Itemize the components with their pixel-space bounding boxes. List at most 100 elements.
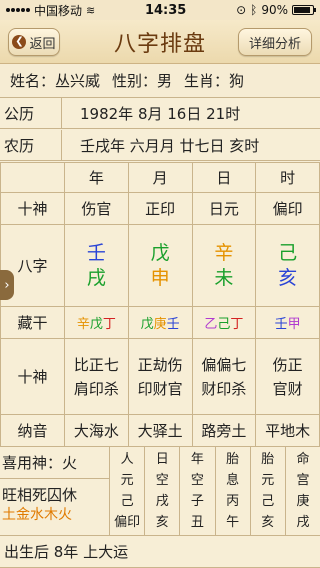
shishen2-row: 十神 比正七 肩印杀 正劫伤 印财官 偏偏七 财印杀 伤正 官财 [0,338,320,415]
canggan-day-3: 丁 [230,317,244,332]
palace-text: 空 [190,472,204,488]
canggan-label: 藏干 [0,306,65,339]
branch-month: 申 [150,266,170,289]
bazi-pillar-table: 年 月 日 时 十神 伤官 正印 日元 偏印 八字 壬戌 戊申 辛未 己亥 藏干… [0,162,320,447]
canggan-month-2: 庚 [153,317,167,332]
canggan-year-3: 丁 [102,317,116,332]
element-summary: 喜用神：火 旺相死囚休 土金水木火 [0,446,110,536]
pillar-header-year: 年 [64,162,129,193]
wangxiang-label: 旺相死囚休 [2,486,78,504]
shishen2-day-line1: 偏偏七 [201,355,247,374]
palace-text: 年 [190,451,204,467]
wifi-icon: ≋ [86,3,96,17]
palace-text: 宫 [296,472,310,488]
signal-icon [6,8,30,12]
shishen-month: 正印 [127,192,193,225]
nav-bar: ❮ 返回 八字排盘 详细分析 [0,20,320,64]
xiyong-text: 喜用神：火 [0,446,109,479]
shishen2-month-line2: 印财官 [137,379,183,398]
bazi-hour: 己亥 [255,224,320,307]
palace-niankong: 年 空 子 丑 [180,446,216,536]
corner-cell [0,162,65,193]
palace-text: 息 [226,472,240,488]
palace-text: 人 [120,451,134,467]
pillar-header-month: 月 [127,162,193,193]
shishen2-year: 比正七 肩印杀 [64,338,129,415]
canggan-day-1: 乙 [204,317,218,332]
canggan-hour-1: 壬 [274,317,288,332]
stem-year: 壬 [86,241,106,264]
shishen-year: 伤官 [64,192,129,225]
palace-text: 日 [155,451,169,467]
canggan-month-3: 壬 [166,317,180,332]
solar-label: 公历 [0,98,62,128]
canggan-hour: 壬甲 [255,306,320,339]
lunar-date-row: 农历 壬戌年 六月月 廿七日 亥时 [0,130,320,161]
stem-month: 戊 [150,241,170,264]
shishen2-day: 偏偏七 财印杀 [191,338,257,415]
palace-taixi: 胎 息 丙 午 [215,446,251,536]
pillar-header-row: 年 月 日 时 [0,162,320,193]
back-arrow-icon: ❮ [12,35,27,49]
solar-value: 1982年 8月 16日 21时 [80,104,241,123]
palace-text: 空 [155,472,169,488]
bazi-month: 戊申 [127,224,193,307]
person-info-row: 姓名：丛兴威 性别：男 生肖：狗 [0,64,320,98]
bazi-row: 八字 壬戌 戊申 辛未 己亥 [0,224,320,307]
battery-label: 90% [261,3,288,17]
shishen2-hour-line1: 伤正 [272,355,303,374]
palace-text: 己 [261,493,275,509]
status-right: ⊙ ᛒ 90% [236,3,316,17]
pillar-header-day: 日 [191,162,257,193]
shishen-day: 日元 [191,192,257,225]
nayin-day: 路旁土 [191,414,257,447]
branch-day: 未 [214,266,234,289]
canggan-month: 戊庚壬 [127,306,193,339]
canggan-day-2: 己 [217,317,231,332]
page-title: 八字排盘 [113,31,206,57]
nayin-hour: 平地木 [255,414,320,447]
shishen-label: 十神 [0,192,65,225]
canggan-day: 乙己丁 [191,306,257,339]
side-drawer-tab[interactable]: › [0,270,14,300]
person-name: 姓名：丛兴威 [10,72,101,90]
back-label: 返回 [29,36,56,52]
battery-icon [292,5,316,15]
status-left: 中国移动 ≋ [6,2,95,19]
lunar-label: 农历 [0,130,62,160]
palace-text: 元 [120,472,134,488]
shishen2-month-line1: 正劫伤 [137,355,183,374]
nayin-label: 纳音 [0,414,65,447]
wangxiang-value: 土金水木火 [2,507,72,523]
palace-grid: 人 元 己 偏印 日 空 戌 亥 年 空 子 丑 胎 息 丙 午 胎 元 己 亥… [110,446,320,536]
shishen-row: 十神 伤官 正印 日元 偏印 [0,192,320,225]
palace-text: 命 [296,451,310,467]
palace-text: 胎 [261,451,275,467]
branch-hour: 亥 [278,266,298,289]
status-time: 14:35 [144,2,187,18]
detail-analysis-button[interactable]: 详细分析 [238,28,312,56]
bazi-year: 壬戌 [64,224,129,307]
shishen2-day-line2: 财印杀 [201,379,247,398]
shishen2-year-line2: 肩印杀 [73,379,119,398]
palace-text: 戌 [296,514,310,530]
back-button[interactable]: ❮ 返回 [8,28,60,56]
shishen2-hour-line2: 官财 [272,379,303,398]
person-gender: 性别：男 [112,72,173,90]
canggan-row: 藏干 辛戊丁 戊庚壬 乙己丁 壬甲 [0,306,320,339]
palace-rikong: 日 空 戌 亥 [145,446,181,536]
shishen2-hour: 伤正 官财 [255,338,320,415]
palace-renyuan: 人 元 己 偏印 [110,446,146,536]
palace-minggong: 命 宫 庚 戌 [285,446,320,536]
nayin-row: 纳音 大海水 大驿土 路旁土 平地木 [0,414,320,447]
stem-hour: 己 [278,241,298,264]
palace-text: 胎 [226,451,240,467]
canggan-hour-2: 甲 [287,317,301,332]
canggan-year: 辛戊丁 [64,306,129,339]
palace-text: 戌 [155,493,169,509]
palace-text: 己 [120,493,134,509]
palace-text: 亥 [155,514,169,530]
canggan-year-1: 辛 [76,317,90,332]
chevron-right-icon: › [4,277,10,293]
palace-text: 午 [226,514,240,530]
